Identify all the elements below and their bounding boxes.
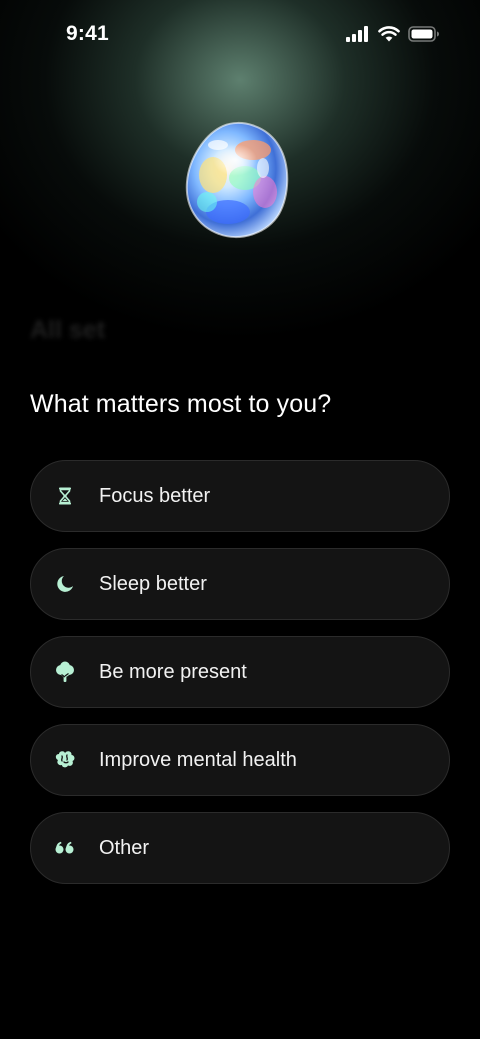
faded-title: All set [30, 316, 106, 344]
question-heading: What matters most to you? [30, 390, 332, 418]
option-label: Be more present [99, 660, 247, 683]
brain-icon [53, 748, 77, 772]
tree-icon [53, 660, 77, 684]
option-label: Focus better [99, 484, 211, 507]
option-other[interactable]: Other [30, 812, 450, 884]
option-label: Sleep better [99, 572, 207, 595]
option-focus-better[interactable]: Focus better [30, 460, 450, 532]
wifi-icon [378, 26, 400, 47]
options-list: Focus better Sleep better Be more presen… [30, 460, 450, 900]
status-icons [346, 26, 440, 47]
option-label: Improve mental health [99, 748, 297, 771]
battery-icon [408, 26, 440, 47]
cellular-signal-icon [346, 26, 370, 47]
onboarding-screen: 9:41 All set What matters most to you? F… [0, 0, 480, 1039]
moon-icon [53, 572, 77, 596]
option-sleep-better[interactable]: Sleep better [30, 548, 450, 620]
hourglass-icon [53, 484, 77, 508]
option-be-more-present[interactable]: Be more present [30, 636, 450, 708]
quote-icon [53, 836, 77, 860]
status-bar: 9:41 [0, 0, 480, 70]
opal-gem-image [183, 120, 293, 242]
status-time: 9:41 [66, 22, 109, 45]
option-improve-mental-health[interactable]: Improve mental health [30, 724, 450, 796]
option-label: Other [99, 836, 150, 859]
